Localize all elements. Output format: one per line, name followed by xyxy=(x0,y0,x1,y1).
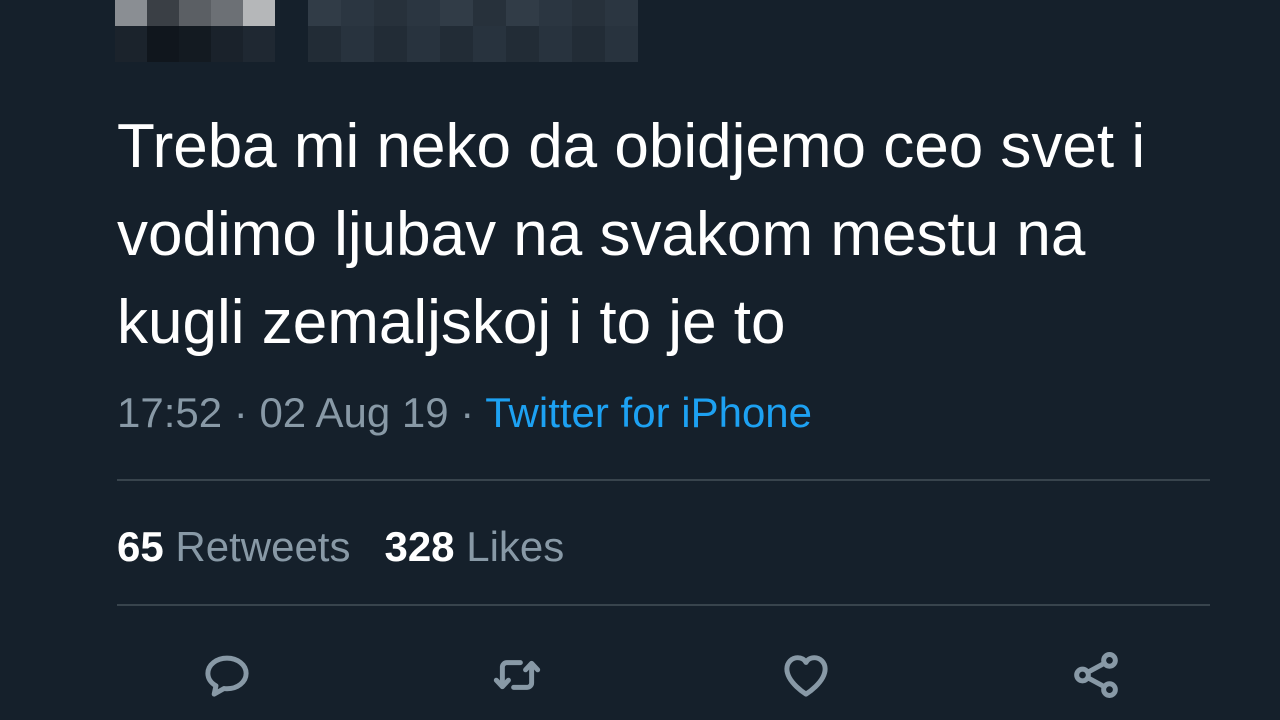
action-bar xyxy=(0,645,1280,705)
avatar-pixelated[interactable] xyxy=(115,0,275,62)
reply-button[interactable] xyxy=(197,645,257,705)
likes-stat[interactable]: 328 Likes xyxy=(384,519,564,575)
tweet-text: Treba mi neko da obidjemo ceo svet i vod… xyxy=(117,112,1146,357)
tweet-source-link[interactable]: Twitter for iPhone xyxy=(485,389,812,436)
divider xyxy=(117,479,1210,481)
tweet-stats: 65 Retweets 328 Likes xyxy=(117,519,598,575)
likes-count: 328 xyxy=(384,523,455,570)
tweet-detail-view: Treba mi neko da obidjemo ceo svet i vod… xyxy=(0,0,1280,720)
retweets-count: 65 xyxy=(117,523,164,570)
tweet-date: 02 Aug 19 xyxy=(259,389,449,436)
meta-separator: · xyxy=(448,389,486,436)
share-button[interactable] xyxy=(1066,645,1126,705)
divider xyxy=(117,604,1210,606)
retweet-icon xyxy=(493,660,541,690)
tweet-metadata: 17:52 · 02 Aug 19 · Twitter for iPhone xyxy=(117,385,812,441)
retweets-label: Retweets xyxy=(175,523,351,570)
share-icon xyxy=(1074,652,1118,698)
retweets-stat[interactable]: 65 Retweets xyxy=(117,519,350,575)
tweet-time: 17:52 xyxy=(117,389,223,436)
retweet-button[interactable] xyxy=(487,645,547,705)
meta-separator: · xyxy=(222,389,260,436)
like-button[interactable] xyxy=(776,645,836,705)
likes-label: Likes xyxy=(466,523,565,570)
heart-icon xyxy=(784,655,828,697)
username-pixelated[interactable] xyxy=(308,0,638,62)
reply-icon xyxy=(205,655,249,697)
